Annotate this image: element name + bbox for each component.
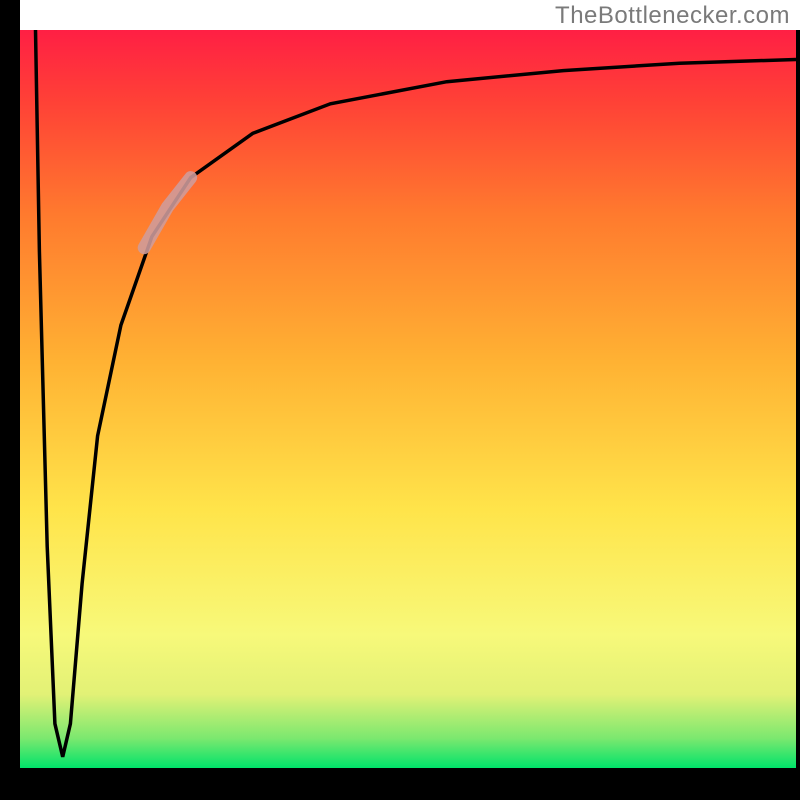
bottleneck-chart xyxy=(0,0,800,800)
plot-background xyxy=(20,30,796,768)
chart-container: TheBottlenecker.com xyxy=(0,0,800,800)
